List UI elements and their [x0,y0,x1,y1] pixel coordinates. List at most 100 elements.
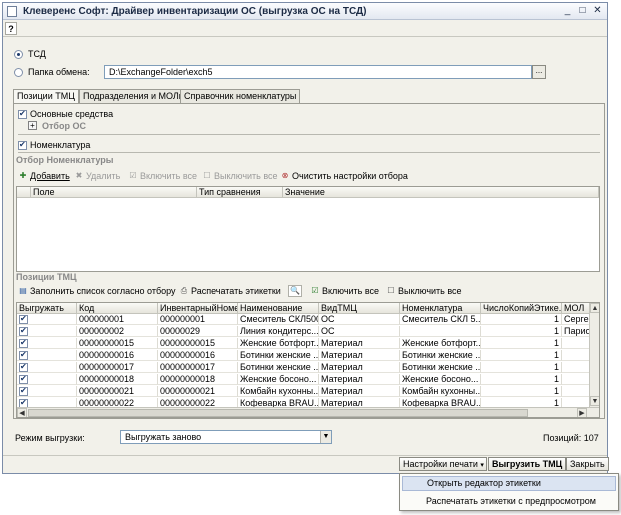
table-cell-nom: Женские босоно... [400,374,481,385]
scroll-right-icon[interactable]: ▶ [577,408,587,417]
table-cell-kind: Материал [319,362,400,373]
mode-select[interactable]: Выгружать заново ▼ [120,430,332,444]
upload-checkbox[interactable] [19,374,28,384]
table-cell-kind: Материал [319,338,400,349]
table-cell-mol [562,374,590,385]
table-cell-mol [562,350,590,361]
window-title: Клеверенс Софт: Драйвер инвентаризации О… [23,6,367,17]
print-settings-button[interactable]: Настройки печати ▾ [399,457,487,471]
table-cell-inv: 00000000018 [158,374,238,385]
table-cell-code: 00000000018 [77,374,158,385]
help-button[interactable]: ? [5,22,17,35]
close-button[interactable]: Закрыть [566,457,609,471]
table-cell-name: Смеситель СКЛ500 [238,314,319,325]
upload-checkbox-cell[interactable] [17,350,77,361]
add-filter-button[interactable]: ✚ Добавить [18,171,70,181]
column-header[interactable] [17,187,31,198]
column-header[interactable]: МОЛ [562,303,590,314]
menu-item-print-preview[interactable]: Распечатать этикетки с предпросмотром [402,494,616,509]
expand-icon[interactable]: + [28,121,37,130]
search-button[interactable]: 🔍 [288,285,302,297]
filter-table[interactable]: Поле Тип сравнения Значение [16,186,600,272]
remove-filter-button[interactable]: ✖ Удалить [74,171,121,181]
tab-departments[interactable]: Подразделения и МОЛы [79,89,190,103]
table-cell-code: 00000000015 [77,338,158,349]
table-cell-copies: 1 [481,314,562,325]
upload-checkbox[interactable] [19,326,28,336]
table-cell-copies: 1 [481,362,562,373]
positions-count: Позиций: 107 [543,433,599,443]
tab-positions[interactable]: Позиции ТМЦ [13,89,79,104]
table-cell-nom [400,326,481,337]
disable-all-filters-button[interactable]: ☐ Выключить все [202,171,277,181]
scroll-down-icon[interactable]: ▼ [590,396,599,406]
fill-list-button[interactable]: ▤ Заполнить список согласно отбору [18,286,175,296]
upload-checkbox-cell[interactable] [17,362,77,373]
column-header[interactable]: Код [77,303,158,314]
table-cell-inv: 00000000016 [158,350,238,361]
clear-filter-button[interactable]: ⊗ Очистить настройки отбора [280,171,408,181]
vertical-scrollbar[interactable]: ▲ ▼ [589,303,599,407]
chevron-down-icon[interactable]: ▼ [320,431,331,443]
positions-table[interactable]: Выгружать Код ИнвентарныйНомер Наименова… [16,302,600,418]
scroll-up-icon[interactable]: ▲ [590,303,599,313]
title-bar[interactable]: Клеверенс Софт: Драйвер инвентаризации О… [3,3,607,20]
table-cell-nom: Смеситель СКЛ 5... [400,314,481,325]
enable-all-filters-button[interactable]: ☑ Включить все [128,171,197,181]
upload-checkbox[interactable] [19,350,28,360]
column-header[interactable]: ВидТМЦ [319,303,400,314]
table-cell-code: 000000002 [77,326,158,337]
table-cell-name: Женские босоно... [238,374,319,385]
horizontal-scrollbar[interactable]: ◀ ▶ [17,407,599,417]
table-cell-name: Ботинки женские ... [238,362,319,373]
enable-all-positions-button[interactable]: ☑ Включить все [310,286,379,296]
folder-path-input[interactable]: D:\ExchangeFolder\exch5 [104,65,532,79]
divider [18,134,600,135]
maximize-icon[interactable]: □ [576,5,589,17]
column-header[interactable]: ИнвентарныйНомер [158,303,238,314]
scroll-thumb[interactable] [28,409,528,417]
column-header[interactable]: Значение [283,187,599,198]
fill-list-icon: ▤ [19,286,27,295]
minimize-icon[interactable]: _ [561,5,574,17]
help-toolbar: ? [3,21,607,37]
upload-checkbox[interactable] [19,362,28,372]
column-header[interactable]: Тип сравнения [197,187,283,198]
upload-checkbox[interactable] [19,314,28,324]
disable-all-positions-button[interactable]: ☐ Выключить все [386,286,461,296]
column-header[interactable]: ЧислоКопийЭтике... [481,303,562,314]
upload-checkbox-cell[interactable] [17,326,77,337]
table-cell-inv: 00000000021 [158,386,238,397]
table-cell-code: 00000000017 [77,362,158,373]
nomenclature-checkbox[interactable] [18,140,27,150]
browse-folder-button[interactable]: ... [532,65,546,79]
fixed-assets-checkbox[interactable] [18,109,27,119]
column-header[interactable]: Поле [31,187,197,198]
table-cell-name: Комбайн кухонны... [238,386,319,397]
table-cell-copies: 1 [481,374,562,385]
tab-panel: Основные средства + Отбор ОС Номенклатур… [13,103,605,419]
table-cell-mol [562,386,590,397]
upload-checkbox-cell[interactable] [17,386,77,397]
remove-icon: ✖ [75,171,83,180]
upload-button[interactable]: Выгрузить ТМЦ [488,457,567,471]
column-header[interactable]: Номенклатура [400,303,481,314]
scroll-left-icon[interactable]: ◀ [17,408,27,417]
fixed-assets-label: Основные средства [30,109,114,119]
mode-label: Режим выгрузки: [15,433,85,443]
folder-radio[interactable] [14,68,23,77]
upload-checkbox[interactable] [19,338,28,348]
column-header[interactable]: Наименование [238,303,319,314]
tab-nomenclature-catalog[interactable]: Справочник номенклатуры [180,89,301,103]
upload-checkbox[interactable] [19,386,28,396]
column-header[interactable]: Выгружать [17,303,77,314]
close-icon[interactable]: ✕ [591,5,604,17]
upload-checkbox-cell[interactable] [17,314,77,325]
table-cell-inv: 00000029 [158,326,238,337]
tsd-radio[interactable] [14,50,23,59]
table-cell-name: Линия кондитерс... [238,326,319,337]
upload-checkbox-cell[interactable] [17,374,77,385]
menu-item-open-label-editor[interactable]: Открыть редактор этикетки [402,476,616,491]
upload-checkbox-cell[interactable] [17,338,77,349]
print-labels-button[interactable]: ⎙ Распечатать этикетки [179,286,281,296]
